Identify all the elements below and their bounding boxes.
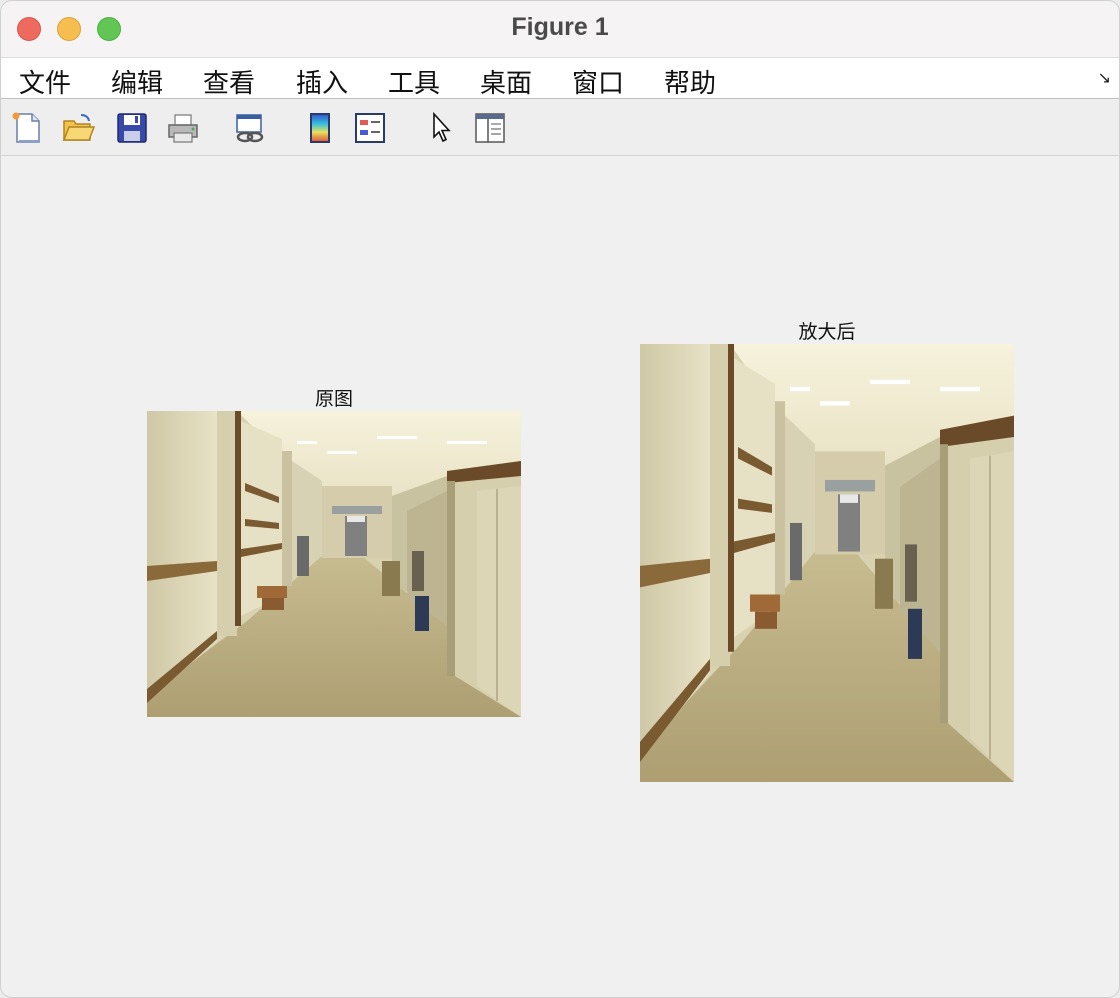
menu-tools[interactable]: 工具 — [388, 63, 440, 100]
toolbar-dock-arrow-icon[interactable]: ↘ — [1098, 68, 1111, 87]
save-icon[interactable] — [115, 111, 149, 145]
menu-file[interactable]: 文件 — [19, 63, 71, 100]
new-figure-icon[interactable] — [10, 111, 44, 145]
enlarged-image — [640, 344, 1014, 782]
open-file-icon[interactable] — [61, 111, 96, 145]
axes-title-enlarged: 放大后 — [798, 321, 856, 343]
figure-canvas: 原图 放大后 — [1, 156, 1119, 997]
legend-icon[interactable] — [353, 111, 387, 145]
figure-window: Figure 1 文件 编辑 查看 插入 工具 桌面 窗口 帮助 ↘ 原图 放大… — [0, 0, 1120, 998]
original-image — [147, 411, 521, 717]
pointer-icon[interactable] — [425, 111, 459, 145]
menu-bar: 文件 编辑 查看 插入 工具 桌面 窗口 帮助 ↘ — [1, 58, 1119, 100]
menu-insert[interactable]: 插入 — [296, 63, 348, 100]
menu-view[interactable]: 查看 — [203, 63, 255, 100]
title-bar: Figure 1 — [1, 1, 1119, 58]
axes-title-original: 原图 — [314, 388, 353, 410]
menu-window[interactable]: 窗口 — [572, 63, 624, 100]
menu-edit[interactable]: 编辑 — [111, 63, 163, 100]
colorbar-icon[interactable] — [303, 111, 337, 145]
window-title: Figure 1 — [511, 13, 609, 41]
property-inspector-icon[interactable] — [473, 111, 507, 145]
print-icon[interactable] — [166, 111, 200, 145]
figure-toolbar — [1, 99, 1119, 156]
menu-help[interactable]: 帮助 — [664, 63, 716, 100]
link-plot-icon[interactable] — [233, 111, 267, 145]
menu-desktop[interactable]: 桌面 — [480, 63, 532, 100]
